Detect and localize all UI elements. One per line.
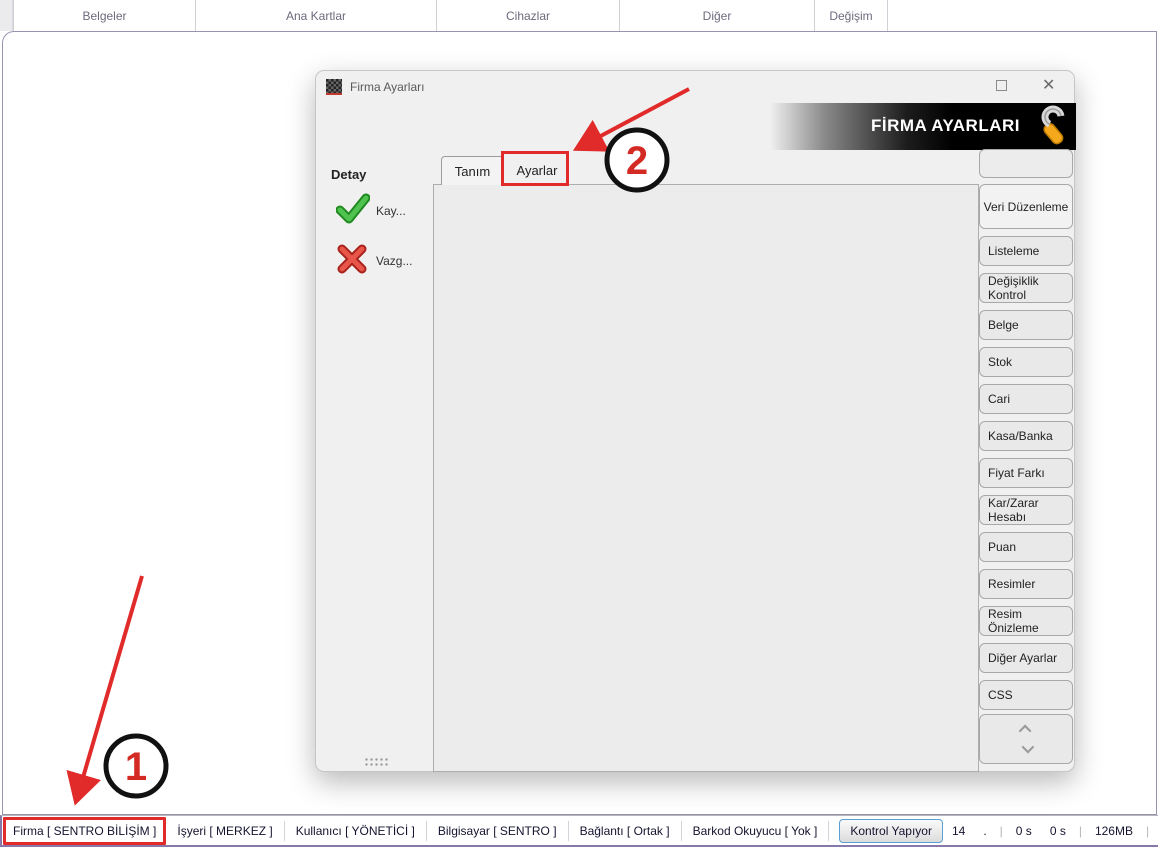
chevron-down-icon[interactable] <box>1021 741 1034 754</box>
top-tab[interactable]: Ana Kartlar <box>196 0 437 31</box>
cancel-x-icon[interactable] <box>336 243 368 275</box>
annotation-box-ayarlar <box>501 151 569 186</box>
status-metric: | <box>1142 824 1153 838</box>
sidebar-button[interactable]: Stok <box>979 347 1073 377</box>
status-item[interactable]: Bağlantı [ Ortak ] <box>569 821 682 841</box>
status-left-items: Firma [ SENTRO BİLİŞİM ]İşyeri [ MERKEZ … <box>2 816 829 845</box>
status-item[interactable]: İşyeri [ MERKEZ ] <box>166 821 284 841</box>
sidebar-button[interactable]: CSS <box>979 680 1073 710</box>
sidebar-button[interactable]: Resimler <box>979 569 1073 599</box>
kontrol-yapiyor-button[interactable]: Kontrol Yapıyor <box>839 819 943 843</box>
status-item[interactable]: Bilgisayar [ SENTRO ] <box>427 821 569 841</box>
status-metric: 0 s <box>1007 824 1041 838</box>
sidebar-button[interactable]: Değişiklik Kontrol <box>979 273 1073 303</box>
dialog-title: Firma Ayarları <box>350 80 424 94</box>
top-tab[interactable]: Cihazlar <box>437 0 620 31</box>
top-tab[interactable]: Diğer <box>620 0 815 31</box>
close-icon[interactable]: ✕ <box>1042 76 1055 96</box>
status-item[interactable]: Kullanıcı [ YÖNETİCİ ] <box>285 821 427 841</box>
sidebar-partial-button[interactable] <box>979 149 1073 178</box>
status-metric: | <box>1075 824 1086 838</box>
app-window: BelgelerAna KartlarCihazlarDiğerDeğişim … <box>0 0 1158 847</box>
status-metrics: 14.|0 s0 s|126MB|4848445....2_.. <box>943 824 1158 838</box>
save-button[interactable]: Kay... <box>376 204 406 218</box>
status-metric: 126MB <box>1086 824 1142 838</box>
status-metric: | <box>996 824 1007 838</box>
detail-header: Detay <box>331 167 366 182</box>
sidebar-button[interactable]: Resim Önizleme <box>979 606 1073 636</box>
top-bar-corner <box>0 0 13 31</box>
status-metric: . <box>974 824 995 838</box>
top-tab[interactable]: Değişim <box>815 0 888 31</box>
sidebar-button[interactable]: Kar/Zarar Hesabı <box>979 495 1073 525</box>
status-bar: Firma [ SENTRO BİLİŞİM ]İşyeri [ MERKEZ … <box>0 815 1158 847</box>
dialog-banner: FİRMA AYARLARI <box>769 103 1076 150</box>
save-check-icon[interactable] <box>336 193 370 225</box>
settings-panel <box>433 184 979 772</box>
status-metric: 48484 <box>1153 824 1158 838</box>
status-metric: 14 <box>943 824 974 838</box>
top-tab-bar: BelgelerAna KartlarCihazlarDiğerDeğişim <box>0 0 1158 31</box>
dialog-title-bar[interactable]: Firma Ayarları ✕ <box>316 71 1074 103</box>
sidebar-button[interactable]: Veri Düzenleme <box>979 184 1073 229</box>
sidebar-button[interactable]: Listeleme <box>979 236 1073 266</box>
maximize-icon[interactable] <box>996 80 1007 91</box>
firma-ayarlari-dialog: Firma Ayarları ✕ FİRMA AYARLARI Detay Ka… <box>315 70 1075 772</box>
dialog-app-icon <box>326 79 342 95</box>
drag-handle-dots[interactable] <box>364 757 390 767</box>
banner-title: FİRMA AYARLARI <box>871 116 1020 136</box>
status-item[interactable]: Barkod Okuyucu [ Yok ] <box>682 821 830 841</box>
sidebar-button[interactable]: Kasa/Banka <box>979 421 1073 451</box>
top-tabs: BelgelerAna KartlarCihazlarDiğerDeğişim <box>13 0 888 31</box>
sidebar-button[interactable]: Cari <box>979 384 1073 414</box>
tab-tanim[interactable]: Tanım <box>441 156 504 185</box>
sidebar-button[interactable]: Puan <box>979 532 1073 562</box>
status-item[interactable]: Firma [ SENTRO BİLİŞİM ] <box>3 817 166 845</box>
sidebar-button[interactable]: Fiyat Farkı <box>979 458 1073 488</box>
sidebar-scroll-box[interactable] <box>979 714 1073 764</box>
wrench-icon <box>1028 105 1072 149</box>
sidebar-button[interactable]: Belge <box>979 310 1073 340</box>
top-tab[interactable]: Belgeler <box>13 0 196 31</box>
status-metric: 0 s <box>1041 824 1075 838</box>
sidebar-button[interactable]: Diğer Ayarlar <box>979 643 1073 673</box>
sidebar-button-list: Veri Düzenleme Listeleme Değişiklik Kontro… <box>979 184 1073 710</box>
chevron-up-icon[interactable] <box>1018 725 1031 738</box>
cancel-button[interactable]: Vazg... <box>376 254 412 268</box>
